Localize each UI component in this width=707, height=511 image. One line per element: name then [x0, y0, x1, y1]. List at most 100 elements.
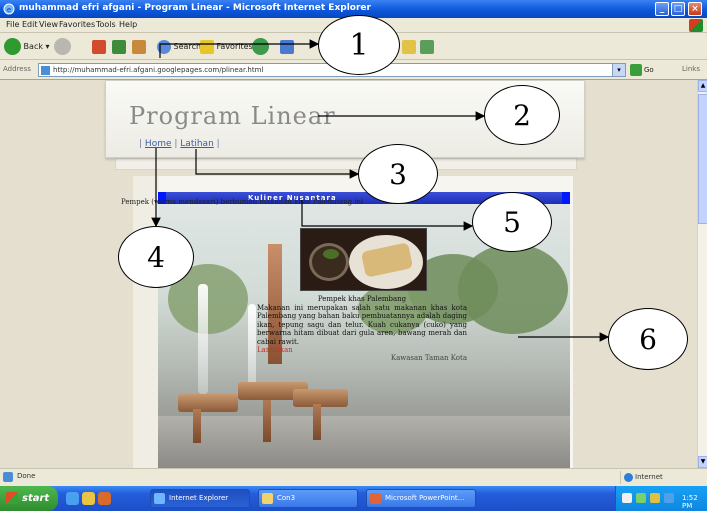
- tree: [458, 244, 568, 334]
- window-title: muhammad efri afgani - Program Linear - …: [19, 3, 371, 13]
- tray-icon[interactable]: [650, 493, 660, 503]
- content-side-strip: [133, 176, 159, 468]
- taskbar-item-folder[interactable]: Con3: [258, 489, 358, 508]
- favorites-button[interactable]: Favorites: [200, 37, 253, 56]
- address-label: Address: [3, 65, 31, 73]
- read-more-link[interactable]: Lanjutkan: [257, 346, 293, 354]
- internet-explorer-icon: e: [3, 3, 15, 15]
- taskbar: start Internet Explorer Con3 Microsoft P…: [0, 486, 707, 511]
- site-title: Program Linear: [129, 102, 336, 130]
- back-arrow-icon: [4, 38, 21, 55]
- internet-zone: Internet: [620, 471, 705, 484]
- taskbar-item-ie[interactable]: Internet Explorer: [150, 489, 250, 508]
- taskbar-item-powerpoint[interactable]: Microsoft PowerPoint...: [366, 489, 476, 508]
- forward-button[interactable]: [54, 37, 71, 56]
- address-url: http://muhammad-efri.afgani.googlepages.…: [53, 66, 264, 74]
- search-label: Search: [173, 42, 202, 51]
- folder-icon: [262, 493, 273, 504]
- search-button[interactable]: Search: [157, 37, 201, 56]
- fountain-jet: [198, 284, 208, 394]
- site-nav: | Home | Latihan |: [139, 139, 220, 149]
- back-button[interactable]: Back ▾: [4, 37, 50, 56]
- go-label: Go: [644, 66, 654, 74]
- star-icon: [200, 39, 214, 54]
- print-button[interactable]: [420, 37, 434, 56]
- ie-quicklaunch-icon[interactable]: [66, 492, 79, 505]
- callout-6: 6: [608, 308, 688, 370]
- media-button[interactable]: [252, 37, 269, 56]
- callout-3: 3: [358, 144, 438, 204]
- desktop-quicklaunch-icon[interactable]: [82, 492, 95, 505]
- nav-separator: |: [216, 139, 220, 149]
- article: Pempek khas Palembang Makanan ini merupa…: [257, 295, 467, 362]
- fountain-basin: [178, 394, 238, 412]
- system-tray: 1:52 PM: [615, 486, 707, 511]
- media-quicklaunch-icon[interactable]: [98, 492, 111, 505]
- status-bar: Done Internet: [0, 468, 707, 486]
- links-label[interactable]: Links: [682, 65, 700, 73]
- article-text: Makanan ini merupakan salah satu makanan…: [257, 303, 467, 346]
- callout-4: 4: [118, 226, 194, 288]
- go-button[interactable]: Go: [630, 63, 670, 77]
- site-title-text: Program Linear: [129, 102, 336, 130]
- fountain-pillar: [313, 404, 321, 440]
- menu-tools[interactable]: Tools: [96, 20, 116, 29]
- callout-5: 5: [472, 192, 552, 252]
- latihan-link[interactable]: Latihan: [180, 139, 213, 149]
- windows-logo-icon: [689, 19, 703, 32]
- menu-favorites[interactable]: Favorites: [59, 20, 95, 29]
- callout-2: 2: [484, 85, 560, 145]
- print-icon: [420, 39, 434, 54]
- vertical-scrollbar[interactable]: ▲ ▼: [697, 80, 707, 468]
- fountain-jet: [248, 304, 256, 394]
- media-icon: [252, 38, 269, 55]
- scroll-up-icon[interactable]: ▲: [698, 80, 707, 92]
- tray-icon[interactable]: [664, 493, 674, 503]
- scroll-thumb[interactable]: [698, 94, 707, 224]
- nav-separator: |: [174, 139, 178, 149]
- nav-separator: |: [139, 139, 143, 149]
- powerpoint-icon: [370, 493, 381, 504]
- minimize-icon[interactable]: _: [655, 2, 669, 16]
- maximize-icon[interactable]: □: [671, 2, 685, 16]
- menu-view[interactable]: View: [39, 20, 58, 29]
- fountain-pillar: [263, 400, 271, 442]
- chevron-down-icon[interactable]: ▾: [612, 64, 625, 76]
- image-caption: Kawasan Taman Kota: [390, 354, 467, 362]
- stop-icon: [92, 39, 106, 54]
- fountain-pillar: [193, 409, 201, 443]
- clock: 1:52 PM: [682, 494, 698, 510]
- article-lead: Pempek khas Palembang: [317, 295, 407, 303]
- tray-icon[interactable]: [622, 493, 632, 503]
- road: [158, 416, 570, 468]
- taskbar-item-label: Microsoft PowerPoint...: [385, 494, 465, 502]
- history-button[interactable]: [280, 37, 294, 56]
- refresh-icon: [112, 39, 126, 54]
- refresh-button[interactable]: [112, 37, 126, 56]
- page-done-icon: [3, 472, 13, 482]
- search-icon: [157, 39, 171, 54]
- menu-edit[interactable]: Edit: [22, 20, 38, 29]
- mail-button[interactable]: [402, 37, 416, 56]
- svg-text:e: e: [7, 6, 11, 14]
- page-viewport: Program Linear | Home | Latihan | Kuline…: [0, 80, 697, 468]
- scroll-down-icon[interactable]: ▼: [698, 456, 707, 468]
- food-photo: [300, 228, 427, 291]
- page-icon: [41, 66, 50, 75]
- go-arrow-icon: [630, 64, 642, 76]
- menu-file[interactable]: File: [6, 20, 19, 29]
- tray-icon[interactable]: [636, 493, 646, 503]
- menu-help[interactable]: Help: [119, 20, 137, 29]
- favorites-label: Favorites: [216, 42, 253, 51]
- home-link[interactable]: Home: [145, 139, 172, 149]
- mail-icon: [402, 39, 416, 54]
- home-icon: [132, 39, 146, 54]
- close-icon[interactable]: ×: [688, 2, 702, 16]
- forward-arrow-icon: [54, 38, 71, 55]
- stop-button[interactable]: [92, 37, 106, 56]
- header-strip: [115, 158, 577, 170]
- start-button[interactable]: start: [0, 486, 58, 511]
- home-button[interactable]: [132, 37, 146, 56]
- status-text: Done: [17, 472, 36, 480]
- taskbar-item-label: Internet Explorer: [169, 494, 229, 502]
